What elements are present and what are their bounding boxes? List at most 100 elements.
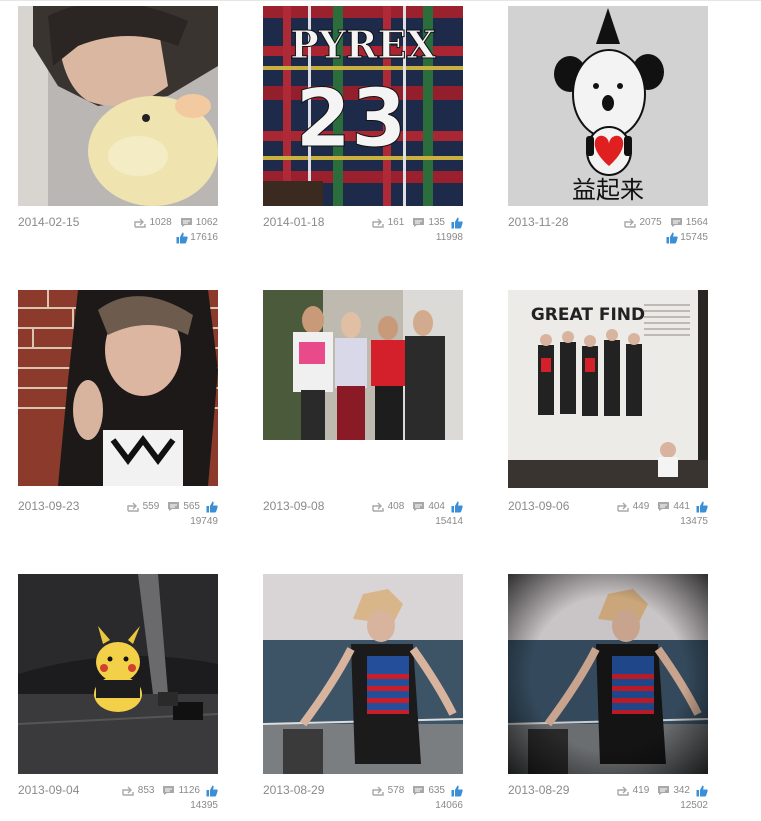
comment-icon bbox=[658, 786, 670, 795]
like-stat[interactable] bbox=[206, 785, 218, 797]
photo-koala-drawing: 益起来 bbox=[508, 6, 708, 206]
comment-stat[interactable]: 1062 bbox=[180, 217, 218, 229]
photo-meta: 2013-08-29 419 342 12502 bbox=[508, 783, 708, 819]
repost-stat[interactable]: 1028 bbox=[133, 216, 172, 229]
like-stat[interactable] bbox=[451, 501, 463, 513]
repost-icon bbox=[133, 218, 146, 228]
comment-count: 635 bbox=[428, 784, 445, 796]
photo-thumbnail[interactable] bbox=[18, 574, 218, 774]
comment-count: 565 bbox=[183, 500, 200, 512]
repost-stat[interactable]: 419 bbox=[616, 784, 650, 797]
like-count-row: 14066 bbox=[435, 800, 463, 812]
comment-stat[interactable]: 441 bbox=[657, 501, 690, 513]
comment-stat[interactable]: 635 bbox=[412, 785, 445, 797]
like-count: 14066 bbox=[435, 800, 463, 811]
comment-icon bbox=[180, 218, 192, 227]
comment-icon bbox=[413, 786, 425, 795]
like-stat[interactable]: 17616 bbox=[176, 232, 218, 244]
photo-thumbnail[interactable] bbox=[263, 290, 463, 440]
photo-meta: 2013-09-23 559 565 19749 bbox=[18, 499, 218, 535]
comment-count: 1126 bbox=[178, 784, 200, 796]
comment-count: 1564 bbox=[685, 216, 708, 228]
post-date: 2014-01-18 bbox=[263, 215, 325, 229]
like-count-row: 15414 bbox=[435, 516, 463, 528]
photo-thumbnail[interactable] bbox=[508, 574, 708, 774]
repost-stat[interactable]: 408 bbox=[371, 500, 405, 513]
repost-stat[interactable]: 449 bbox=[616, 500, 650, 513]
like-count: 15745 bbox=[680, 232, 708, 243]
photo-thumbnail[interactable] bbox=[18, 6, 218, 206]
like-count: 19749 bbox=[190, 516, 218, 527]
top-divider bbox=[0, 0, 761, 1]
comment-stat[interactable]: 1564 bbox=[670, 217, 708, 229]
photo-meta: 2013-09-08 408 404 15414 bbox=[263, 499, 463, 535]
like-stat[interactable] bbox=[696, 501, 708, 513]
post-date: 2013-09-23 bbox=[18, 499, 80, 513]
post-date: 2013-08-29 bbox=[508, 783, 570, 797]
like-stat[interactable] bbox=[451, 217, 463, 229]
repost-icon bbox=[126, 502, 139, 512]
photo-meta: 2013-11-28 2075 1564 15745 bbox=[508, 215, 708, 251]
like-count: 14395 bbox=[190, 800, 218, 811]
repost-count: 1028 bbox=[149, 216, 172, 228]
comment-icon bbox=[413, 502, 425, 511]
thumbs-up-icon bbox=[451, 501, 463, 512]
repost-stat[interactable]: 161 bbox=[371, 217, 404, 229]
comment-count: 135 bbox=[428, 216, 445, 228]
like-count: 17616 bbox=[190, 232, 218, 243]
like-stat[interactable]: 15745 bbox=[666, 232, 708, 244]
like-count-row: 12502 bbox=[680, 800, 708, 812]
like-stat[interactable] bbox=[451, 785, 463, 797]
like-count-row: 14395 bbox=[190, 800, 218, 812]
comment-stat[interactable]: 135 bbox=[412, 217, 445, 229]
like-count: 15414 bbox=[435, 516, 463, 527]
comment-stat[interactable]: 404 bbox=[412, 501, 445, 513]
photo-boy-with-plush bbox=[18, 6, 218, 206]
photo-meta: 2013-09-04 853 1126 14395 bbox=[18, 783, 218, 819]
photo-thumbnail[interactable] bbox=[263, 574, 463, 774]
magazine-title-text: GREAT FIND bbox=[531, 305, 645, 325]
like-count: 11998 bbox=[435, 232, 463, 243]
repost-count: 419 bbox=[632, 784, 650, 796]
like-stat[interactable] bbox=[696, 785, 708, 797]
repost-icon bbox=[371, 502, 384, 512]
like-count: 13475 bbox=[680, 516, 708, 527]
repost-count: 853 bbox=[137, 784, 155, 796]
comment-icon bbox=[658, 502, 670, 511]
photo-plaid-jersey: PYREX 23 bbox=[263, 6, 463, 206]
thumbs-up-icon bbox=[206, 501, 218, 512]
post-date: 2014-02-15 bbox=[18, 215, 80, 229]
post-date: 2013-08-29 bbox=[263, 783, 325, 797]
photo-meta: 2014-01-18 161 135 11998 bbox=[263, 215, 463, 251]
repost-stat[interactable]: 559 bbox=[126, 500, 160, 513]
post-date: 2013-09-08 bbox=[263, 499, 325, 513]
comment-count: 441 bbox=[673, 500, 690, 512]
like-stat[interactable] bbox=[206, 501, 218, 513]
photo-thumbnail[interactable]: GREAT FIND bbox=[508, 290, 708, 488]
jersey-number-text: 23 bbox=[295, 72, 406, 165]
post-date: 2013-11-28 bbox=[508, 215, 569, 229]
repost-count: 2075 bbox=[639, 216, 662, 228]
photo-thumbnail[interactable]: PYREX 23 bbox=[263, 6, 463, 206]
photo-thumbnail[interactable]: 益起来 bbox=[508, 6, 708, 206]
repost-icon bbox=[122, 786, 134, 796]
repost-count: 408 bbox=[387, 500, 405, 512]
repost-stat[interactable]: 578 bbox=[371, 785, 404, 797]
photo-thumbnail[interactable] bbox=[18, 290, 218, 486]
comment-stat[interactable]: 1126 bbox=[162, 785, 200, 797]
like-count: 12502 bbox=[680, 800, 708, 811]
repost-count: 559 bbox=[142, 500, 160, 512]
repost-icon bbox=[616, 786, 629, 796]
repost-icon bbox=[371, 786, 384, 796]
comment-count: 1062 bbox=[195, 216, 218, 228]
thumbs-up-icon bbox=[696, 501, 708, 512]
like-count-row: 13475 bbox=[680, 516, 708, 528]
repost-stat[interactable]: 853 bbox=[122, 784, 155, 797]
comment-stat[interactable]: 342 bbox=[657, 785, 690, 797]
repost-count: 449 bbox=[632, 500, 650, 512]
photo-sea-flag-vest-vignette bbox=[508, 574, 708, 774]
photo-pikachu-car-seat bbox=[18, 574, 218, 774]
comment-stat[interactable]: 565 bbox=[167, 501, 200, 513]
jersey-name-text: PYREX bbox=[290, 22, 436, 67]
repost-stat[interactable]: 2075 bbox=[623, 216, 662, 229]
